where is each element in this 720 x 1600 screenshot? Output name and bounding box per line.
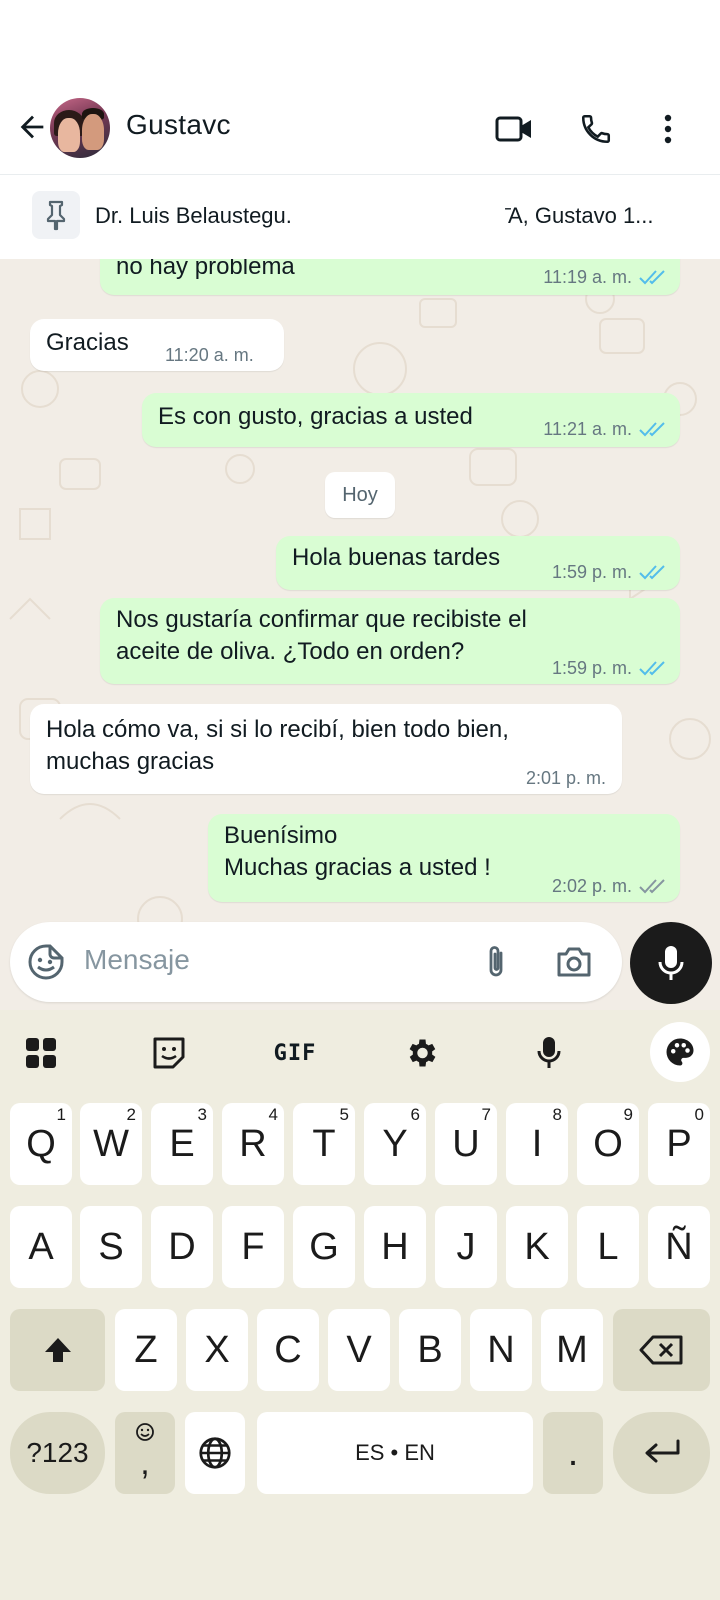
key-d[interactable]: D: [151, 1206, 213, 1288]
key-a[interactable]: A: [10, 1206, 72, 1288]
message-time: 11:19 a. m.: [543, 267, 632, 287]
emoji-sticker-icon[interactable]: [24, 940, 68, 984]
language-key[interactable]: [185, 1412, 245, 1494]
key-z[interactable]: Z: [115, 1309, 177, 1391]
key-j[interactable]: J: [435, 1206, 497, 1288]
contact-name[interactable]: Gustavc: [126, 109, 231, 141]
key-q[interactable]: Q1: [10, 1103, 72, 1185]
period-key[interactable]: .: [543, 1412, 603, 1494]
key-w[interactable]: W2: [80, 1103, 142, 1185]
key-t[interactable]: T5: [293, 1103, 355, 1185]
message-text-line2: aceite de oliva. ¿Todo en orden?: [116, 638, 465, 665]
message-text-line2: muchas gracias: [46, 748, 215, 775]
camera-icon[interactable]: [552, 940, 596, 984]
read-ticks-icon: [639, 565, 665, 580]
message-bubble-incoming[interactable]: Hola cómo va, si si lo recibí, bien todo…: [30, 704, 622, 794]
message-bubble-outgoing[interactable]: no hay problema 11:19 a. m.: [100, 259, 680, 295]
delivered-ticks-icon: [639, 879, 665, 894]
key-x[interactable]: X: [186, 1309, 248, 1391]
message-time: 2:01 p. m.: [525, 768, 606, 788]
message-bubble-outgoing[interactable]: Hola buenas tardes 1:59 p. m.: [276, 536, 680, 590]
key-v[interactable]: V: [328, 1309, 390, 1391]
voice-call-icon[interactable]: [574, 107, 618, 151]
message-text: no hay problema: [116, 259, 295, 280]
microphone-icon: [658, 946, 684, 980]
key-c[interactable]: C: [257, 1309, 319, 1391]
attach-icon[interactable]: [474, 940, 518, 984]
symbols-key[interactable]: ?123: [10, 1412, 105, 1494]
contact-avatar[interactable]: [50, 98, 110, 158]
key-l[interactable]: L: [577, 1206, 639, 1288]
video-call-icon[interactable]: [492, 107, 536, 151]
chat-header: Gustavc: [0, 90, 720, 174]
chat-area[interactable]: no hay problema 11:19 a. m. Gracias 11:2…: [0, 259, 720, 1010]
pinned-text-left: Dr. Luis Belaustegu.: [95, 203, 292, 228]
voice-message-button[interactable]: [630, 922, 712, 1004]
message-text: Hola buenas tardes: [292, 544, 501, 571]
key-p[interactable]: P0: [648, 1103, 710, 1185]
sticker-icon[interactable]: [142, 1028, 196, 1078]
message-bubble-outgoing[interactable]: Buenísimo Muchas gracias a usted ! 2:02 …: [208, 814, 680, 902]
key-s[interactable]: S: [80, 1206, 142, 1288]
theme-palette-button[interactable]: [650, 1022, 710, 1082]
message-time: 11:21 a. m.: [543, 419, 632, 439]
globe-icon: [199, 1437, 231, 1469]
keyboard-voice-icon[interactable]: [522, 1028, 576, 1078]
key-g[interactable]: G: [293, 1206, 355, 1288]
space-key[interactable]: ES • EN: [257, 1412, 533, 1494]
message-input[interactable]: Mensaje: [84, 944, 190, 976]
message-bubble-outgoing[interactable]: Nos gustaría confirmar que recibiste el …: [100, 598, 680, 684]
read-ticks-icon: [639, 270, 665, 285]
key-k[interactable]: K: [506, 1206, 568, 1288]
message-text-line2: Muchas gracias a usted !: [224, 854, 491, 881]
enter-arrow-icon: [645, 1439, 679, 1463]
pin-icon: [32, 191, 80, 239]
shift-key[interactable]: [10, 1309, 105, 1391]
more-options-icon[interactable]: [646, 107, 690, 151]
message-time: 1:59 p. m.: [551, 562, 632, 582]
message-text-line1: Nos gustaría confirmar que recibiste el: [116, 606, 527, 633]
message-time: 2:02 p. m.: [551, 876, 632, 896]
read-ticks-icon: [639, 422, 665, 437]
key-i[interactable]: I8: [506, 1103, 568, 1185]
palette-icon: [666, 1038, 694, 1066]
settings-icon[interactable]: [394, 1028, 448, 1078]
message-bubble-outgoing[interactable]: Es con gusto, gracias a usted 11:21 a. m…: [142, 393, 680, 447]
key-e[interactable]: E3: [151, 1103, 213, 1185]
message-text-line1: Buenísimo: [224, 822, 338, 849]
emoji-comma-key[interactable]: ,: [115, 1412, 175, 1494]
gif-button[interactable]: GIF: [268, 1028, 322, 1078]
message-text: Gracias: [46, 329, 129, 356]
emoji-small-icon: [136, 1423, 154, 1441]
message-text: Es con gusto, gracias a usted: [158, 403, 473, 430]
key-r[interactable]: R4: [222, 1103, 284, 1185]
key-b[interactable]: B: [399, 1309, 461, 1391]
pinned-message-bar[interactable]: Dr. Luis Belaustegu. ̄A, Gustavo 1...: [0, 174, 720, 260]
message-text-line1: Hola cómo va, si si lo recibí, bien todo…: [46, 716, 509, 743]
key-h[interactable]: H: [364, 1206, 426, 1288]
key-f[interactable]: F: [222, 1206, 284, 1288]
key-o[interactable]: O9: [577, 1103, 639, 1185]
status-bar: [0, 0, 720, 90]
key-n-tilde[interactable]: Ñ: [648, 1206, 710, 1288]
key-m[interactable]: M: [541, 1309, 603, 1391]
shift-arrow-icon: [44, 1338, 71, 1362]
back-arrow-icon[interactable]: [12, 107, 52, 147]
date-chip: Hoy: [325, 472, 395, 518]
message-bubble-incoming[interactable]: Gracias 11:20 a. m.: [30, 319, 284, 371]
message-time: 1:59 p. m.: [551, 658, 632, 678]
key-u[interactable]: U7: [435, 1103, 497, 1185]
message-input-bar[interactable]: Mensaje: [10, 922, 622, 1002]
backspace-icon: [639, 1335, 682, 1365]
read-ticks-icon: [639, 661, 665, 676]
key-n[interactable]: N: [470, 1309, 532, 1391]
backspace-key[interactable]: [613, 1309, 710, 1391]
apps-grid-icon[interactable]: [14, 1028, 68, 1078]
key-y[interactable]: Y6: [364, 1103, 426, 1185]
enter-key[interactable]: [613, 1412, 710, 1494]
keyboard: GIF Q1 W2 E3 R4 T5 Y6 U7 I8 O9 P0 A S D …: [0, 1010, 720, 1600]
pinned-text-right: ̄A, Gustavo 1...: [508, 203, 654, 228]
message-time: 11:20 a. m.: [165, 345, 254, 365]
